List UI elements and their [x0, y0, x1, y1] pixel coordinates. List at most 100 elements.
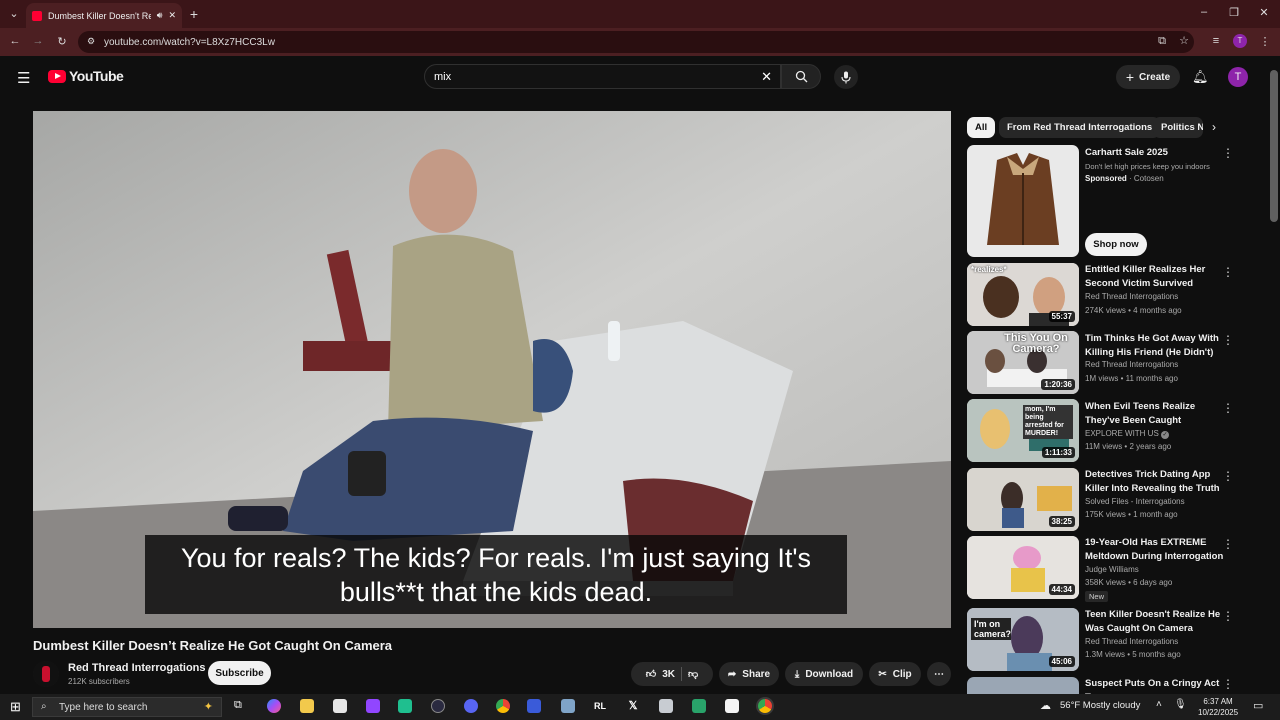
more-actions-button[interactable]: ⋯: [927, 662, 951, 686]
channel-name[interactable]: Solved Files - Interrogations: [1085, 497, 1185, 506]
taskbar-search-input[interactable]: ⌕ Type here to search ✦: [32, 697, 222, 717]
chrome-icon[interactable]: [496, 699, 510, 713]
more-options-icon[interactable]: ⋮: [1222, 401, 1234, 415]
ad-title[interactable]: Carhartt Sale 2025: [1085, 146, 1225, 160]
like-count: 3K: [662, 668, 676, 680]
duration-badge: 1:20:36: [1041, 379, 1075, 390]
notepad-icon[interactable]: [333, 699, 347, 713]
voice-search-button[interactable]: [834, 65, 858, 89]
channel-name-row[interactable]: EXPLORE WITH US ✓: [1085, 429, 1170, 439]
more-options-icon[interactable]: ⋮: [1222, 469, 1234, 483]
more-options-icon[interactable]: ⋮: [1222, 265, 1234, 279]
new-tab-icon[interactable]: +: [186, 6, 202, 22]
chevron-right-icon[interactable]: ›: [1212, 120, 1216, 134]
clear-search-icon[interactable]: ✕: [761, 69, 772, 85]
windows-start-icon[interactable]: ⊞: [10, 699, 21, 715]
subscribe-button[interactable]: Subscribe: [208, 661, 271, 685]
url-field[interactable]: ⚙ youtube.com/watch?v=L8Xz7HCC3Lw: [78, 31, 1194, 53]
tab-search-icon[interactable]: ⌄: [6, 7, 22, 20]
calculator-icon[interactable]: [561, 699, 575, 713]
search-button[interactable]: [781, 64, 821, 89]
download-button[interactable]: ⤓ Download: [785, 662, 863, 686]
mic-tray-icon[interactable]: 🎙︎: [1174, 699, 1187, 710]
document-icon[interactable]: [725, 699, 739, 713]
video-title-link[interactable]: Detectives Trick Dating App Killer Into …: [1085, 468, 1225, 495]
ad-menu-icon[interactable]: ⋮: [1222, 146, 1234, 160]
profile-icon[interactable]: T: [1233, 34, 1247, 48]
taskbar-clock[interactable]: 6:37 AM 10/22/2025: [1198, 696, 1238, 718]
task-view-icon[interactable]: ⧉: [234, 699, 242, 712]
thumbnail[interactable]: [967, 677, 1079, 694]
video-caption: You for reals? The kids? For reals. I'm …: [145, 535, 847, 614]
video-title-link[interactable]: 19-Year-Old Has EXTREME Meltdown During …: [1085, 536, 1225, 563]
app-icon-teal[interactable]: [692, 699, 706, 713]
channel-name[interactable]: Red Thread Interrogations: [1085, 292, 1178, 301]
discord-icon[interactable]: [464, 699, 478, 713]
clip-button[interactable]: ✂ Clip: [869, 662, 921, 686]
channel-name[interactable]: Judge Williams: [1085, 565, 1139, 574]
back-icon[interactable]: ←: [7, 35, 23, 47]
video-title-link[interactable]: Entitled Killer Realizes Her Second Vict…: [1085, 263, 1225, 290]
chip-from-channel[interactable]: From Red Thread Interrogations: [999, 117, 1161, 138]
file-explorer-icon[interactable]: [300, 699, 314, 713]
minimize-icon[interactable]: –: [1196, 6, 1212, 18]
site-info-icon[interactable]: ⚙: [87, 36, 95, 47]
app-icon-green[interactable]: [398, 699, 412, 713]
more-options-icon[interactable]: ⋮: [1222, 609, 1234, 623]
more-options-icon[interactable]: ⋮: [1222, 537, 1234, 551]
notification-center-icon[interactable]: ▭: [1253, 699, 1263, 712]
browser-menu-icon[interactable]: ⋮: [1257, 35, 1273, 48]
like-button[interactable]: 👍︎ 3K: [646, 668, 676, 681]
weather-text[interactable]: 56°F Mostly cloudy: [1060, 700, 1140, 711]
speaker-icon[interactable]: 🔊︎: [157, 10, 163, 21]
notifications-bell-icon[interactable]: 🔔︎: [1192, 69, 1209, 85]
tab-close-icon[interactable]: ✕: [168, 10, 176, 21]
copilot-app-icon[interactable]: [267, 699, 281, 713]
search-input[interactable]: mix ✕: [424, 64, 781, 89]
channel-name[interactable]: Red Thread Interrogations: [68, 662, 206, 674]
ad-thumbnail[interactable]: [967, 145, 1079, 257]
thumbnail[interactable]: 44:34: [967, 536, 1079, 599]
page-scrollbar[interactable]: [1270, 70, 1278, 222]
account-avatar[interactable]: T: [1228, 67, 1248, 87]
chip-politics[interactable]: Politics N: [1153, 117, 1203, 138]
video-title-link[interactable]: Suspect Puts On a Cringy Act To: [1085, 677, 1225, 694]
bookmark-star-icon[interactable]: ☆: [1176, 34, 1192, 47]
app-icon-gray[interactable]: [659, 699, 673, 713]
more-options-icon[interactable]: ⋮: [1222, 333, 1234, 347]
reading-list-icon[interactable]: ≡: [1208, 35, 1224, 47]
app-icon-circle[interactable]: [431, 699, 445, 713]
video-title-link[interactable]: When Evil Teens Realize They've Been Cau…: [1085, 400, 1225, 427]
channel-name[interactable]: Red Thread Interrogations: [1085, 637, 1178, 646]
create-button[interactable]: + Create: [1116, 65, 1180, 89]
video-title-link[interactable]: Teen Killer Doesn't Realize He Was Caugh…: [1085, 608, 1225, 635]
channel-avatar[interactable]: [33, 661, 59, 687]
more-options-icon[interactable]: ⋮: [1222, 677, 1234, 691]
video-title-link[interactable]: Tim Thinks He Got Away With Killing His …: [1085, 332, 1225, 359]
app-icon-rl[interactable]: RL: [593, 699, 607, 713]
thumbnail[interactable]: I'm on camera? 45:06: [967, 608, 1079, 671]
reload-icon[interactable]: ↻: [54, 35, 70, 48]
install-app-icon[interactable]: ⧉: [1154, 35, 1170, 48]
twitch-icon[interactable]: [366, 699, 380, 713]
app-icon-blue[interactable]: [527, 699, 541, 713]
chrome-active-icon[interactable]: [758, 699, 772, 713]
thumbnail[interactable]: This You On Camera? 1:20:36: [967, 331, 1079, 394]
channel-name[interactable]: Red Thread Interrogations: [1085, 360, 1178, 369]
share-button[interactable]: ➦ Share: [719, 662, 779, 686]
forward-icon[interactable]: →: [30, 35, 46, 47]
chip-all[interactable]: All: [967, 117, 996, 138]
hamburger-menu-icon[interactable]: ☰: [17, 69, 30, 87]
thumbnail[interactable]: 38:25: [967, 468, 1079, 531]
youtube-logo[interactable]: YouTube: [48, 68, 124, 84]
shop-now-button[interactable]: Shop now: [1085, 233, 1147, 256]
thumbnail[interactable]: mom, I'm being arrested for MURDER! 1:11…: [967, 399, 1079, 462]
video-meta: 175K views • 1 month ago: [1085, 510, 1178, 519]
thumbs-down-icon[interactable]: 👎︎: [688, 668, 698, 680]
thumbnail[interactable]: *realizes* 55:37: [967, 263, 1079, 326]
tray-chevron-up-icon[interactable]: ˄: [1156, 699, 1162, 710]
browser-tab[interactable]: Dumbest Killer Doesn't Rea 🔊︎ ✕: [26, 3, 182, 28]
maximize-icon[interactable]: ❐: [1226, 6, 1242, 19]
x-app-icon[interactable]: 𝕏: [626, 699, 640, 713]
window-close-icon[interactable]: ✕: [1256, 6, 1272, 19]
